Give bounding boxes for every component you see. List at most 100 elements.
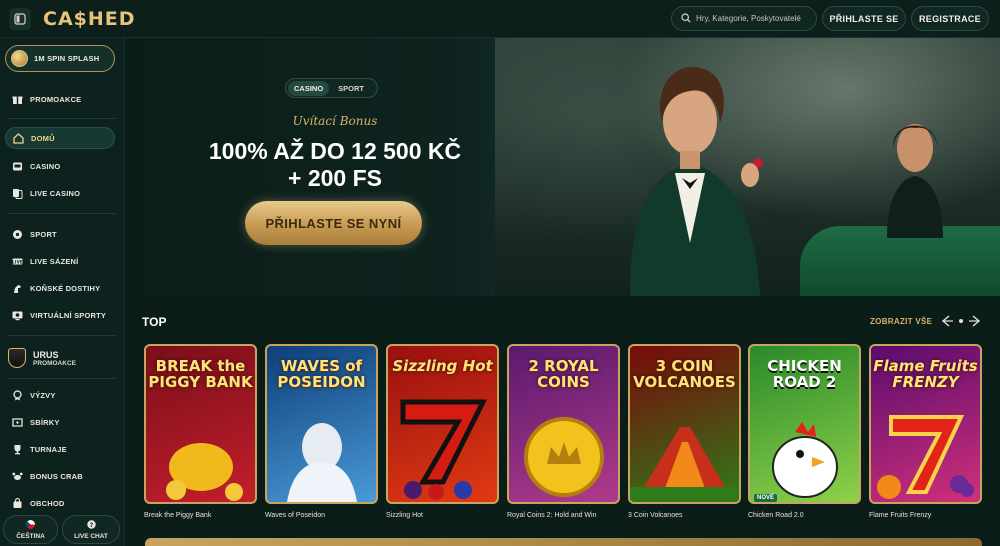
game-caption: Break the Piggy Bank	[144, 512, 212, 519]
new-badge: NOVÉ	[754, 494, 778, 502]
search-bar[interactable]	[671, 6, 817, 31]
next-section-banner	[145, 538, 982, 546]
language-label: ČEŠTINA	[16, 532, 45, 540]
czech-flag-icon	[26, 519, 35, 531]
crab-icon	[12, 471, 23, 482]
sidebar-divider	[8, 378, 116, 379]
game-tile-3-coin-volcanoes[interactable]: 3 COIN VOLCANOES	[628, 344, 741, 504]
view-all-link[interactable]: ZOBRAZIT VŠE	[870, 317, 932, 326]
volcano-art-icon	[630, 427, 739, 502]
sidebar-item-challenges[interactable]: VÝZVY	[5, 384, 115, 406]
logo[interactable]: CA$HED	[43, 8, 136, 30]
piggy-bank-art-icon	[166, 443, 243, 501]
sidebar-item-collections[interactable]: SBÍRKY	[5, 411, 115, 433]
gentleman-illustration	[630, 66, 763, 296]
game-tile-title: Flame Fruits FRENZY	[873, 357, 978, 391]
cards-icon	[12, 188, 23, 199]
sidebar-item-label: KOŇSKÉ DOSTIHY	[30, 283, 101, 293]
search-icon	[681, 10, 691, 28]
lamborghini-emblem-icon	[8, 348, 26, 368]
promo-spin-splash-label: 1M SPIN SPLASH	[34, 54, 100, 63]
register-button[interactable]: REGISTRACE	[911, 6, 989, 31]
home-icon	[13, 132, 24, 144]
hero-tab-switch: CASINO SPORT	[285, 78, 378, 98]
lucky-seven-art-icon	[400, 399, 488, 500]
carousel-controls	[939, 313, 983, 329]
sidebar-divider	[8, 335, 116, 336]
sidebar-item-shop[interactable]: OBCHOD	[5, 492, 115, 514]
hero-casino-illustration	[495, 38, 1000, 296]
svg-text:?: ?	[89, 522, 93, 529]
game-tile-royal-coins-2[interactable]: 2 ROYAL COINS	[507, 344, 620, 504]
sidebar-item-virtual-sports[interactable]: VIRTUÁLNÍ SPORTY	[5, 304, 115, 326]
horse-icon	[12, 283, 23, 294]
game-tile-title: CHICKEN ROAD 2	[767, 357, 842, 391]
game-tile-break-the-piggy-bank[interactable]: BREAK the PIGGY BANK	[144, 344, 257, 504]
sidebar-item-label: PROMOAKCE	[30, 94, 82, 104]
game-tile-chicken-road-2[interactable]: CHICKEN ROAD 2 NOVÉ	[748, 344, 861, 504]
sidebar-item-label: LIVE CASINO	[30, 188, 81, 198]
game-tile-title: WAVES of POSEIDON	[277, 357, 366, 391]
game-caption: 3 Coin Volcanoes	[628, 512, 683, 519]
sidebar-item-label: VÝZVY	[30, 390, 56, 400]
poseidon-art-icon	[287, 423, 357, 502]
virtual-icon	[12, 310, 23, 321]
search-input[interactable]	[696, 14, 814, 23]
game-tile-flame-fruits-frenzy[interactable]: Flame Fruits FRENZY	[869, 344, 982, 504]
svg-text:LIVE: LIVE	[12, 259, 23, 264]
sidebar-item-casino[interactable]: CASINO	[5, 155, 115, 177]
sidebar-item-label: TURNAJE	[30, 444, 67, 454]
sidebar-item-live-casino[interactable]: LIVE CASINO	[5, 182, 115, 204]
sidebar-item-promotions[interactable]: PROMOAKCE	[5, 88, 115, 110]
hero-subtitle: Uvítací Bonus	[292, 114, 378, 128]
game-caption: Sizzling Hot	[386, 512, 423, 519]
login-button[interactable]: PŘIHLASTE SE	[822, 6, 906, 31]
sidebar-item-label: LIVE SÁZENÍ	[30, 256, 79, 266]
sidebar: 1M SPIN SPLASH PROMOAKCE DOMŮ CASINO LIV…	[0, 38, 125, 546]
sidebar-toggle-icon[interactable]	[9, 7, 31, 30]
hero-login-cta-button[interactable]: PŘIHLASTE SE NYNÍ	[245, 201, 422, 245]
sidebar-divider	[8, 118, 116, 119]
hero-headline-line1: 100% AŽ DO 12 500 KČ	[208, 138, 462, 164]
gift-icon	[12, 94, 23, 105]
gold-coin-art-icon	[524, 417, 604, 497]
game-caption: Royal Coins 2: Hold and Win	[507, 512, 597, 519]
promo-spin-splash-button[interactable]: 1M SPIN SPLASH	[5, 45, 115, 72]
urus-subtitle: PROMOAKCE	[33, 359, 76, 367]
sidebar-item-home[interactable]: DOMŮ	[5, 127, 115, 149]
tab-sport[interactable]: SPORT	[332, 81, 370, 96]
chat-question-icon: ?	[86, 519, 96, 531]
ball-icon	[12, 229, 23, 240]
sidebar-item-label: CASINO	[30, 161, 61, 171]
sidebar-item-horse-racing[interactable]: KOŇSKÉ DOSTIHY	[5, 277, 115, 299]
sidebar-item-sport[interactable]: SPORT	[5, 223, 115, 245]
urus-promo-banner[interactable]: URUS PROMOAKCE	[8, 343, 118, 373]
game-tile-title: 3 COIN VOLCANOES	[633, 357, 736, 391]
games-section-title: TOP	[142, 315, 167, 329]
fruit-seven-art-icon	[877, 415, 974, 499]
game-tile-waves-of-poseidon[interactable]: WAVES of POSEIDON	[265, 344, 378, 504]
game-tile-sizzling-hot[interactable]: Sizzling Hot	[386, 344, 499, 504]
croupier-illustration	[887, 124, 943, 238]
game-caption: Chicken Road 2.0	[748, 512, 804, 519]
bag-icon	[12, 497, 23, 509]
slot-icon	[12, 161, 23, 172]
sidebar-item-live-betting[interactable]: LIVE LIVE SÁZENÍ	[5, 250, 115, 272]
sidebar-item-label: VIRTUÁLNÍ SPORTY	[30, 310, 107, 320]
top-bar: CA$HED PŘIHLASTE SE REGISTRACE	[0, 0, 1000, 38]
carousel-prev-icon[interactable]	[939, 313, 955, 329]
live-chat-button[interactable]: ? LIVE CHAT	[62, 515, 120, 544]
language-button[interactable]: ČEŠTINA	[3, 515, 58, 544]
chicken-art-icon	[772, 422, 838, 498]
sidebar-item-tournaments[interactable]: TURNAJE	[5, 438, 115, 460]
sidebar-item-label: BONUS CRAB	[30, 471, 83, 481]
sidebar-item-bonus-crab[interactable]: BONUS CRAB	[5, 465, 115, 487]
tab-casino[interactable]: CASINO	[288, 80, 330, 96]
urus-title: URUS	[33, 349, 59, 360]
trophy-icon	[12, 444, 23, 455]
live-icon: LIVE	[12, 256, 23, 267]
game-tile-title: BREAK the PIGGY BANK	[148, 357, 253, 391]
live-chat-label: LIVE CHAT	[74, 532, 108, 540]
carousel-next-icon[interactable]	[967, 313, 983, 329]
sidebar-item-label: OBCHOD	[30, 498, 65, 508]
